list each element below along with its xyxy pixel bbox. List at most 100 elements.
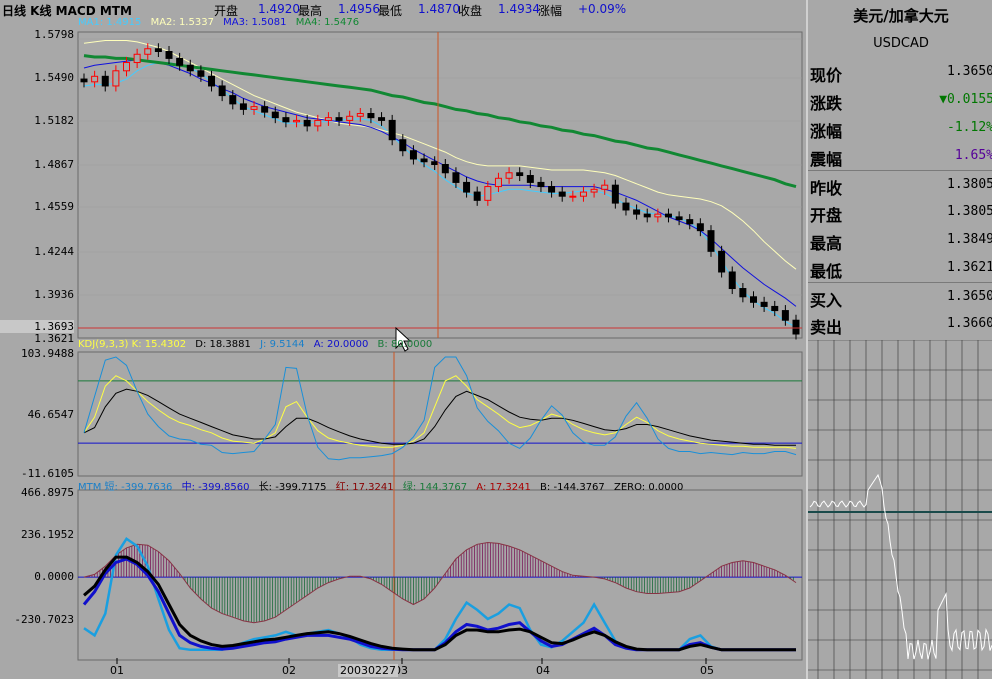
candle-body — [271, 111, 279, 119]
candle-body — [633, 209, 641, 215]
mtm-zero-legend: ZERO: 0.0000 — [613, 482, 684, 493]
candle-body — [611, 184, 619, 204]
candle-body — [707, 230, 715, 252]
candle-body — [792, 319, 800, 335]
candle-body — [739, 288, 747, 298]
candle-body — [229, 95, 237, 105]
quote-row-label: 涨幅 — [810, 122, 843, 141]
candle-body — [399, 139, 407, 152]
candle-body — [91, 75, 99, 83]
candle-body — [133, 53, 141, 64]
quote-row-label: 涨跌 — [810, 94, 843, 113]
kdj-k-legend: KDJ(9,3,3) K: 15.4302 — [78, 339, 187, 350]
mtm-short-legend: MTM 短: -399.7636 — [78, 482, 173, 493]
mtm-b-legend: B: -144.3767 — [540, 482, 605, 493]
quote-row: 震幅 1.65% — [808, 142, 992, 170]
kdj-panel-frame — [77, 351, 803, 477]
quote-row-label: 现价 — [810, 66, 843, 85]
kdj-line-k — [83, 375, 797, 449]
mtm-line — [83, 537, 796, 652]
kdj-b-legend: B: 80.0000 — [377, 339, 433, 350]
quote-row-value: 1.3805 — [947, 204, 992, 219]
ma-line-ma2 — [83, 40, 797, 270]
candle-body — [420, 158, 428, 163]
candle-body — [144, 48, 152, 55]
candle-body — [484, 186, 492, 201]
candle-body — [537, 181, 545, 188]
candle-body — [760, 301, 768, 307]
candle-body — [176, 57, 184, 66]
candle-body — [154, 48, 162, 53]
candle-body — [675, 216, 683, 221]
candle-body — [728, 271, 736, 290]
month-label-01: 01 — [110, 664, 124, 677]
month-label-05: 05 — [700, 664, 714, 677]
candle-body — [548, 186, 556, 193]
candle-body — [526, 175, 534, 183]
quote-row-value: 1.3849 — [947, 232, 992, 247]
quote-panel: 美元/加拿大元 USDCAD 现价 1.3650 涨跌 ▼0.0155 涨幅 -1.12%… — [806, 0, 992, 679]
candle-body — [452, 172, 460, 183]
candle-body — [622, 202, 630, 211]
quote-row-value: 1.3805 — [947, 177, 992, 192]
mtm-line — [83, 555, 796, 652]
candle-body — [696, 223, 704, 232]
candle-body — [261, 106, 269, 113]
quote-row-value: 1.3650 — [947, 289, 992, 304]
cursor-date-label: 20030227 — [338, 664, 398, 677]
kdj-line-d — [83, 388, 796, 446]
quote-row-value: 1.3650 — [947, 64, 992, 79]
quote-row-value: 1.3660 — [947, 316, 992, 331]
candle-body — [335, 117, 343, 121]
candle-body — [686, 219, 694, 225]
ma-line-ma1 — [83, 62, 797, 328]
candle-body — [250, 106, 258, 110]
candle-body — [505, 172, 513, 179]
candle-body — [101, 75, 109, 87]
candle-body — [112, 70, 120, 87]
candle-body — [293, 119, 301, 123]
candle-body — [664, 213, 672, 218]
candle-body — [579, 191, 587, 197]
month-label-02: 02 — [282, 664, 296, 677]
ma-line-ma3 — [83, 59, 797, 307]
candle-body — [367, 113, 375, 119]
candle-body — [771, 305, 779, 312]
quote-row-value: -1.12% — [947, 120, 992, 135]
quote-row-label: 最低 — [810, 262, 843, 281]
mtm-red-legend: 红: 17.3241 — [335, 482, 394, 493]
mtm-legend: MTM 短: -399.7636 中: -399.8560 长: -399.71… — [78, 478, 689, 493]
candle-body — [123, 62, 131, 72]
kdj-a-legend: A: 20.0000 — [313, 339, 369, 350]
candle-body — [165, 51, 173, 59]
candle-body — [314, 119, 322, 127]
candle-body — [186, 64, 194, 72]
candle-body — [356, 113, 364, 117]
candle-body — [643, 213, 651, 218]
candle-body — [516, 172, 524, 177]
quote-row-value: 1.3621 — [947, 260, 992, 275]
quote-row: 买入 1.3650 — [808, 282, 992, 311]
quote-row: 涨跌 ▼0.0155 — [808, 86, 992, 114]
quote-title: 美元/加拿大元 — [853, 7, 949, 25]
candle-body — [346, 115, 354, 121]
quote-row: 昨收 1.3805 — [808, 170, 992, 199]
quote-row: 卖出 1.3660 — [808, 310, 992, 338]
kdj-legend: KDJ(9,3,3) K: 15.4302 D: 18.3881 J: 9.51… — [78, 339, 438, 350]
mtm-mid-legend: 中: -399.8560 — [181, 482, 250, 493]
candle-body — [409, 150, 417, 160]
quote-row-label: 卖出 — [810, 318, 843, 337]
candle-body — [473, 191, 481, 201]
candle-body — [781, 310, 789, 321]
quote-row-label: 昨收 — [810, 179, 843, 198]
candle-body — [197, 70, 205, 77]
quote-row: 现价 1.3650 — [808, 58, 992, 86]
month-label-04: 04 — [536, 664, 550, 677]
quote-row-label: 买入 — [810, 291, 843, 310]
candle-body — [569, 195, 577, 198]
candle-body — [378, 117, 386, 121]
intraday-mini-chart[interactable] — [808, 340, 992, 679]
candle-body — [441, 164, 449, 174]
mtm-histogram-outline — [83, 541, 797, 624]
mini-chart-bg — [808, 340, 992, 679]
